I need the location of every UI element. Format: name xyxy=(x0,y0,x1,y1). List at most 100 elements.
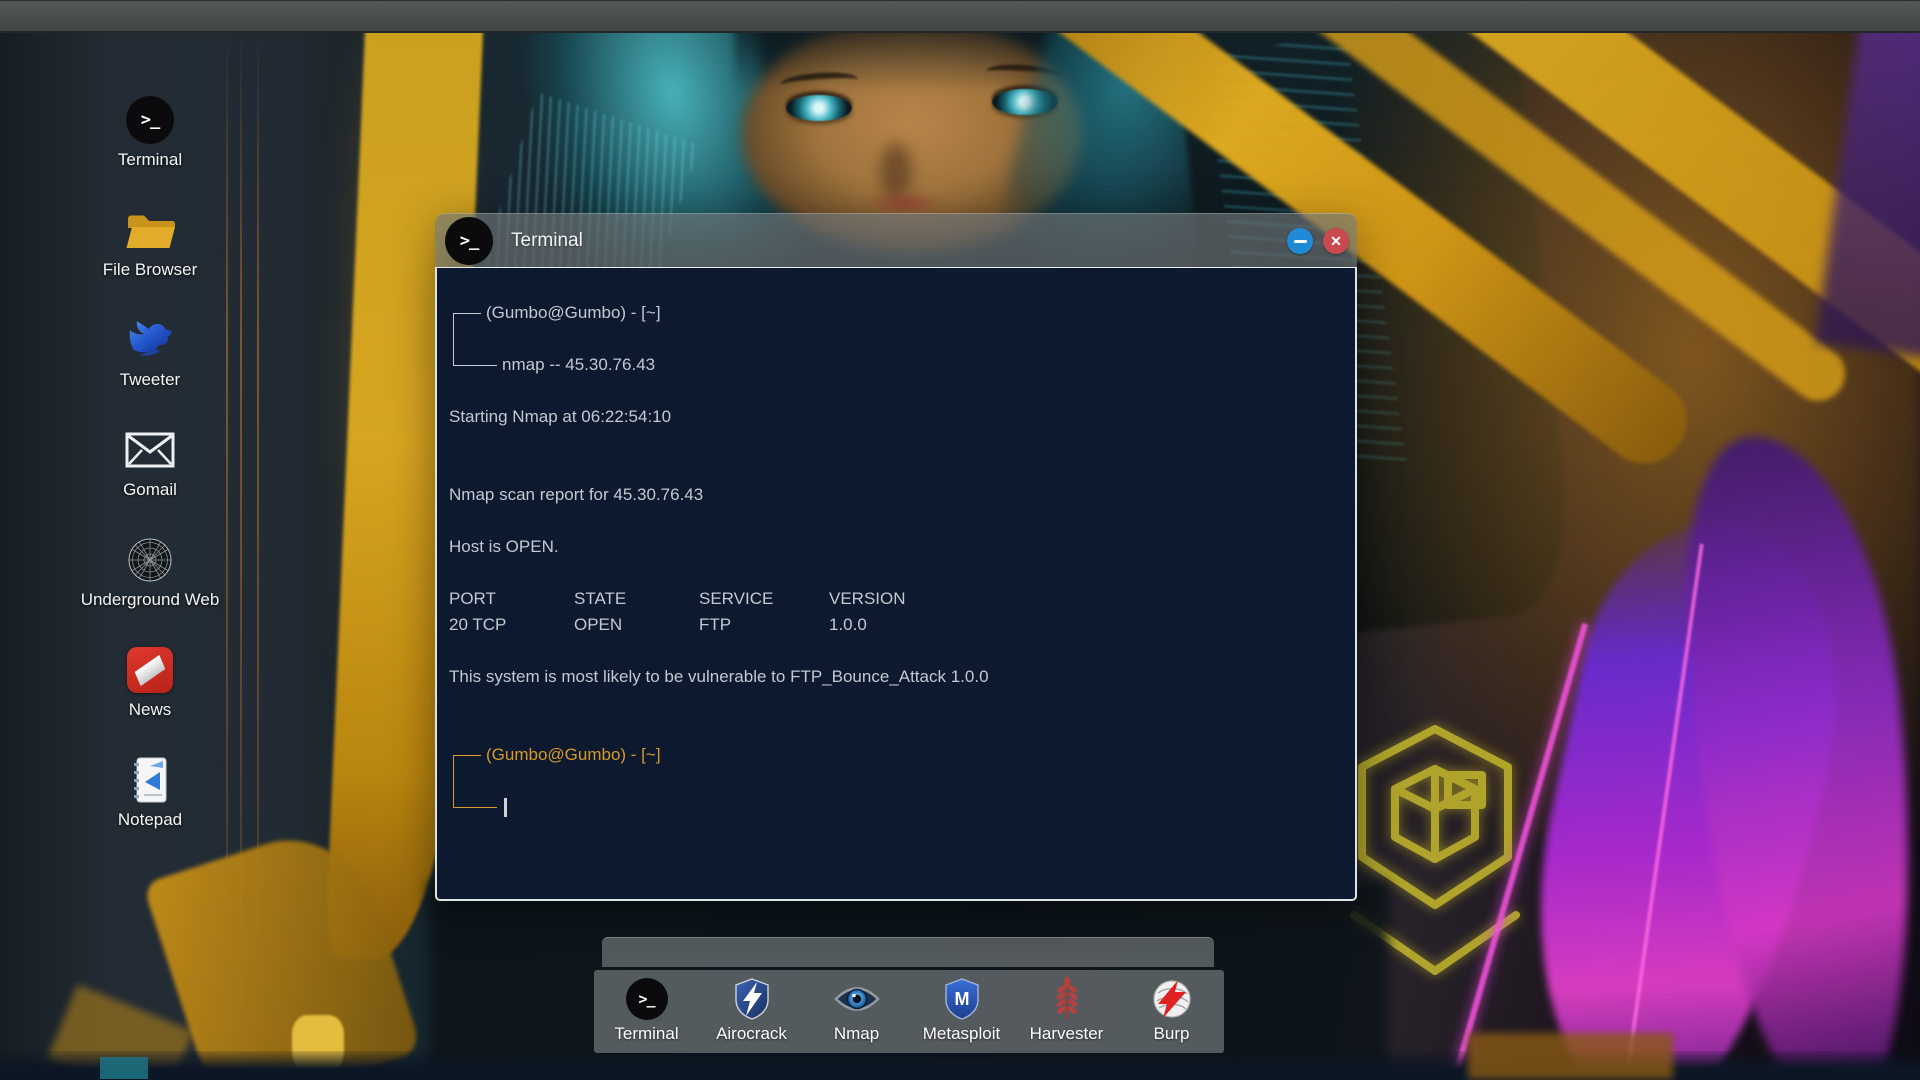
bird-icon xyxy=(127,312,173,368)
dock-item-burp[interactable]: Burp xyxy=(1119,970,1224,1053)
wallpaper-eyebrow xyxy=(985,62,1065,86)
dock: >_ Terminal Airocrack Nmap M Metasploit … xyxy=(594,970,1224,1053)
terminal-line-host: Host is OPEN. xyxy=(449,537,559,556)
port-header-cell: VERSION xyxy=(829,589,906,608)
dock-item-label: Burp xyxy=(1153,1024,1190,1043)
desktop-item-file-browser[interactable]: File Browser xyxy=(75,202,225,283)
wallpaper-neon-cube xyxy=(1350,725,1520,975)
wallpaper-gold-shape xyxy=(47,984,194,1080)
terminal-glyph: >_ xyxy=(638,990,655,1008)
dock-item-nmap[interactable]: Nmap xyxy=(804,970,909,1053)
news-icon xyxy=(127,647,173,693)
dock-item-label: Nmap xyxy=(833,1024,880,1043)
dock-item-label: Airocrack xyxy=(716,1024,787,1043)
wallpaper-fringe xyxy=(735,33,1105,92)
terminal-line-vulnerable: This system is most likely to be vulnera… xyxy=(449,667,989,686)
terminal-icon: >_ xyxy=(126,96,174,144)
desktop-icon-column: >_ Terminal File Browser Tweeter Gomail … xyxy=(75,92,225,833)
port-header-cell: STATE xyxy=(574,589,627,608)
port-cell: FTP xyxy=(699,615,732,634)
metasploit-m-glyph: M xyxy=(954,989,969,1009)
desktop-item-underground-web[interactable]: Underground Web xyxy=(75,532,225,613)
terminal-line-starting: Starting Nmap at 06:22:54:10 xyxy=(449,407,672,426)
dock-item-label: Terminal xyxy=(614,1024,679,1043)
dock-item-terminal[interactable]: >_ Terminal xyxy=(594,970,699,1053)
prompt-elbow-top xyxy=(453,312,481,314)
folder-icon xyxy=(123,202,177,258)
dock-item-harvester[interactable]: Harvester xyxy=(1014,970,1119,1053)
port-header-cell: SERVICE xyxy=(699,589,774,608)
wallpaper-seam xyxy=(240,33,242,1080)
port-cell: OPEN xyxy=(574,615,623,634)
desktop-item-label: Tweeter xyxy=(119,370,181,389)
wallpaper-lips xyxy=(868,191,940,215)
desktop-item-label: Terminal xyxy=(117,150,183,169)
close-icon: ✕ xyxy=(1330,232,1342,249)
desktop-item-tweeter[interactable]: Tweeter xyxy=(75,312,225,393)
wallpaper-gold-hand xyxy=(292,1015,344,1077)
wallpaper-purple-ribbon xyxy=(1492,500,1874,1080)
terminal-glyph: >_ xyxy=(140,110,161,130)
minimize-icon xyxy=(1293,239,1307,243)
desktop-item-gomail[interactable]: Gomail xyxy=(75,422,225,503)
dock-item-label: Harvester xyxy=(1029,1024,1104,1043)
terminal-window: >_ Terminal ✕ (Gumbo@Gumbo) - [~] nmap -… xyxy=(435,213,1357,901)
wallpaper-eye xyxy=(992,89,1058,115)
prompt-command: nmap -- 45.30.76.43 xyxy=(502,355,656,374)
terminal-glyph: >_ xyxy=(459,231,480,251)
wallpaper-magenta-line xyxy=(1616,543,1704,1080)
wallpaper-amber-haze xyxy=(1350,33,1920,840)
desktop-item-label: News xyxy=(128,700,172,719)
port-header-cell: PORT xyxy=(449,589,496,608)
wallpaper-bottom xyxy=(0,1051,1920,1080)
terminal-output-area[interactable]: (Gumbo@Gumbo) - [~] nmap -- 45.30.76.43 … xyxy=(435,267,1357,901)
terminal-prompt-active: (Gumbo@Gumbo) - [~] xyxy=(449,742,1331,820)
prompt-user: (Gumbo@Gumbo) - [~] xyxy=(486,303,661,322)
terminal-cursor xyxy=(504,797,507,817)
dock-item-airocrack[interactable]: Airocrack xyxy=(699,970,804,1053)
close-button[interactable]: ✕ xyxy=(1323,228,1349,254)
window-titlebar[interactable]: >_ Terminal ✕ xyxy=(435,213,1357,267)
terminal-icon: >_ xyxy=(625,978,668,1020)
desktop-item-terminal[interactable]: >_ Terminal xyxy=(75,92,225,173)
dock-handle-strip xyxy=(602,937,1214,967)
dock-item-label: Metasploit xyxy=(922,1024,1001,1043)
airocrack-shield-icon xyxy=(731,975,773,1023)
nmap-eye-icon xyxy=(833,975,881,1023)
port-table-row: 20 TCP OPEN FTP 1.0.0 xyxy=(449,612,1009,638)
top-menu-bar xyxy=(0,0,1920,33)
wallpaper-nose-shadow xyxy=(880,143,912,199)
wallpaper-seam xyxy=(257,33,259,1080)
port-cell: 1.0.0 xyxy=(829,615,867,634)
port-table-header: PORT STATE SERVICE VERSION xyxy=(449,586,1009,612)
desktop-item-label: Gomail xyxy=(123,480,177,499)
wallpaper-magenta-line xyxy=(1427,623,1589,1080)
window-title: Terminal xyxy=(511,229,583,251)
prompt-elbow-bottom xyxy=(453,364,497,366)
wallpaper-eyebrow xyxy=(779,70,859,94)
wallpaper-gold-shape xyxy=(142,817,423,1080)
metasploit-shield-icon: M xyxy=(941,975,983,1023)
desktop-item-news[interactable]: News xyxy=(75,642,225,723)
desktop-item-label: Underground Web xyxy=(80,590,220,609)
port-cell: 20 TCP xyxy=(449,615,507,634)
terminal-icon: >_ xyxy=(445,217,493,265)
desktop-screen: >_ Terminal File Browser Tweeter Gomail … xyxy=(0,0,1920,1080)
wallpaper-gold-ribbon xyxy=(1372,33,1920,429)
minimize-button[interactable] xyxy=(1287,228,1313,254)
notepad-icon xyxy=(130,752,170,808)
prompt-user: (Gumbo@Gumbo) - [~] xyxy=(486,745,661,764)
wallpaper-teal-patch xyxy=(100,1057,148,1079)
wallpaper-eye xyxy=(786,95,852,121)
terminal-prompt: (Gumbo@Gumbo) - [~] nmap -- 45.30.76.43 xyxy=(449,300,1331,378)
desktop-item-label: File Browser xyxy=(102,260,198,279)
terminal-line-report: Nmap scan report for 45.30.76.43 xyxy=(449,485,704,504)
wallpaper-purple-ribbon xyxy=(1666,424,1920,1080)
web-icon xyxy=(126,532,174,588)
prompt-elbow-bottom xyxy=(453,806,497,808)
harvester-wheat-icon xyxy=(1052,975,1082,1023)
wallpaper-purple-haze xyxy=(1814,33,1920,361)
wallpaper-seam xyxy=(226,33,228,1080)
desktop-item-notepad[interactable]: Notepad xyxy=(75,752,225,833)
dock-item-metasploit[interactable]: M Metasploit xyxy=(909,970,1014,1053)
